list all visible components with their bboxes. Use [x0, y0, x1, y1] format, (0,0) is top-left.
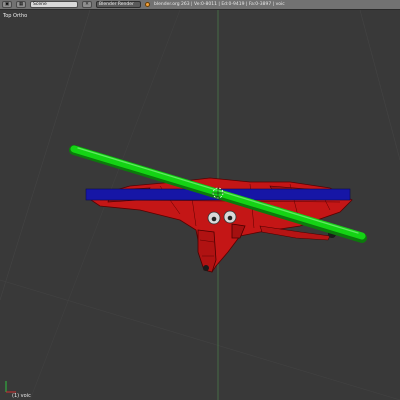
active-object-label: (1) voic	[12, 393, 31, 399]
top-header-bar: ▣ ▦ Scene ✕ Blender Render blender.org 2…	[0, 0, 400, 10]
right-pupil	[227, 215, 233, 221]
close-icon: ✕	[85, 2, 89, 7]
view-menu-button[interactable]: ▦	[16, 1, 26, 8]
view3d-icon: ▣	[4, 2, 10, 7]
scene-stats: blender.org 263 | Ve:0-8011 | Ed:0-9419 …	[154, 2, 285, 7]
mesh-foot-bottom	[203, 265, 209, 271]
scene-name: Scene	[33, 2, 47, 7]
grid-icon: ▦	[18, 2, 24, 7]
scene-close-button[interactable]: ✕	[82, 1, 92, 8]
scene-selector[interactable]: Scene	[30, 1, 78, 8]
view-name-label: Top Ortho	[3, 13, 28, 19]
viewport-scene	[0, 10, 400, 400]
render-engine-label: Blender Render	[99, 2, 134, 7]
3d-viewport[interactable]: Top Ortho (1) voic	[0, 10, 400, 400]
left-pupil	[211, 216, 217, 222]
editor-type-button[interactable]: ▣	[2, 1, 12, 8]
axis-gizmo	[5, 381, 16, 393]
render-engine-dropdown[interactable]: Blender Render	[96, 1, 141, 8]
blender-logo-icon	[145, 2, 150, 7]
